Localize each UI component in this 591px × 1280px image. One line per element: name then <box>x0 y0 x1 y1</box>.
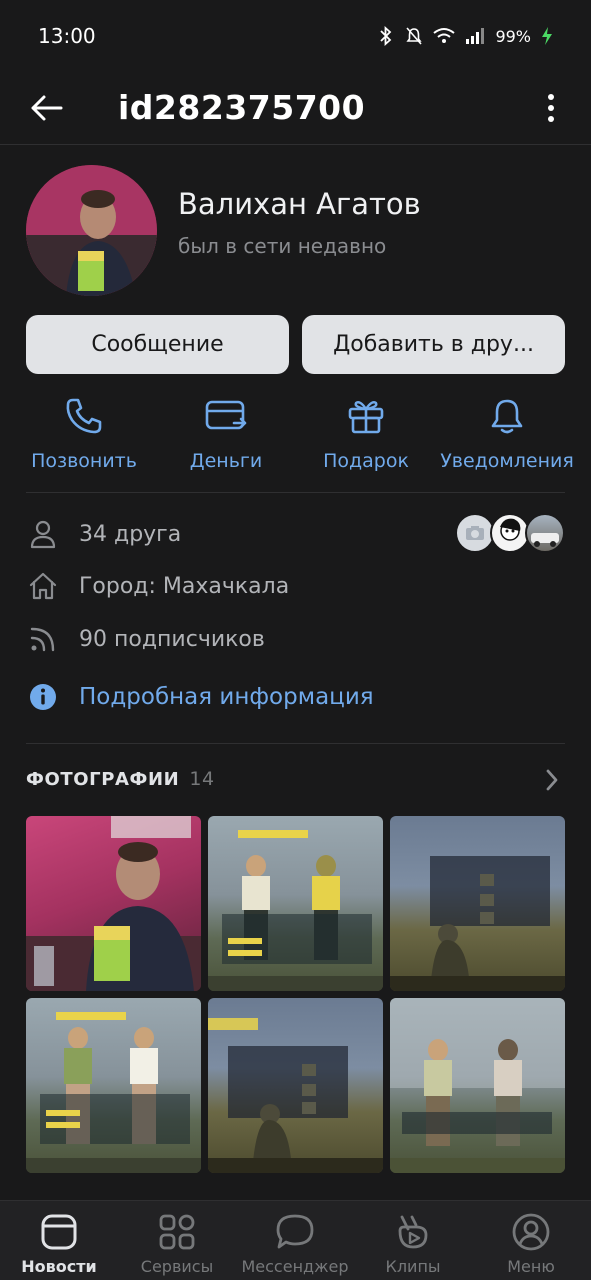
notifications-action[interactable]: Уведомления <box>438 394 576 480</box>
clips-icon <box>398 1215 428 1249</box>
photo-thumbnail[interactable] <box>390 816 565 991</box>
tab-services[interactable]: Сервисы <box>118 1201 236 1280</box>
city-row: Город: Махачкала <box>26 566 289 606</box>
services-icon <box>159 1214 195 1250</box>
profile-avatar[interactable] <box>26 165 157 296</box>
photo-image <box>390 856 565 991</box>
bell-icon <box>491 399 523 434</box>
signal-icon <box>466 28 485 44</box>
messenger-icon <box>276 1214 314 1249</box>
avatar-photo <box>26 165 157 296</box>
gift-action[interactable]: Подарок <box>310 394 422 480</box>
home-icon <box>29 572 57 600</box>
tab-messenger-label: Мессенджер <box>241 1257 349 1276</box>
city-text: Город: Махачкала <box>79 573 290 599</box>
notifications-label: Уведомления <box>440 450 574 472</box>
tab-clips[interactable]: Клипы <box>354 1201 472 1280</box>
arrow-left-icon <box>31 95 63 121</box>
more-vertical-icon <box>548 94 554 122</box>
followers-row[interactable]: 90 подписчиков <box>26 619 265 659</box>
money-label: Деньги <box>189 450 263 472</box>
back-button[interactable] <box>26 84 66 132</box>
news-icon <box>41 1214 77 1250</box>
friend-avatars[interactable] <box>455 513 565 553</box>
top-header: id282375700 <box>0 72 591 144</box>
avatar-photo <box>531 533 559 547</box>
tab-news-label: Новости <box>21 1257 97 1276</box>
photos-count: 14 <box>189 768 215 790</box>
actions-divider <box>26 492 565 493</box>
friends-row[interactable]: 34 друга <box>26 514 181 554</box>
detailed-info-row[interactable]: Подробная информация <box>26 677 374 717</box>
photo-image <box>26 1012 201 1173</box>
add-friend-button[interactable]: Добавить в дру... <box>302 315 565 374</box>
tab-menu[interactable]: Меню <box>472 1201 590 1280</box>
profile-menu-icon <box>512 1213 550 1251</box>
friends-count: 34 друга <box>79 521 182 547</box>
photo-thumbnail[interactable] <box>390 998 565 1173</box>
phone-icon <box>66 398 102 434</box>
photo-thumbnail[interactable] <box>208 816 383 991</box>
friend-avatar <box>525 513 565 553</box>
photo-thumbnail[interactable] <box>26 998 201 1173</box>
more-options-button[interactable] <box>539 84 563 132</box>
photo-image <box>208 830 383 991</box>
photo-image <box>390 998 565 1173</box>
user-icon <box>30 520 56 549</box>
bluetooth-icon <box>380 26 392 46</box>
message-button[interactable]: Сообщение <box>26 315 289 374</box>
status-bar: 13:00 99% <box>0 0 591 72</box>
friend-avatar <box>455 513 495 553</box>
profile-name: Валихан Агатов <box>178 187 421 221</box>
detailed-info-link: Подробная информация <box>79 684 374 710</box>
gift-label: Подарок <box>323 450 409 472</box>
tab-menu-label: Меню <box>507 1257 555 1276</box>
header-divider <box>0 144 591 145</box>
followers-count: 90 подписчиков <box>79 626 265 652</box>
mute-icon <box>406 27 423 45</box>
status-time: 13:00 <box>38 24 96 48</box>
photo-image <box>26 816 201 991</box>
friend-avatar <box>490 513 530 553</box>
chevron-right-icon[interactable] <box>545 768 559 792</box>
charging-icon <box>542 27 552 45</box>
rss-icon <box>30 627 55 652</box>
battery-percent: 99% <box>495 26 531 46</box>
photo-thumbnail[interactable] <box>208 998 383 1173</box>
info-divider <box>26 743 565 744</box>
page-title: id282375700 <box>118 88 366 127</box>
status-icons: 99% <box>377 26 553 46</box>
photos-section-header[interactable]: ФОТОГРАФИИ 14 <box>26 768 215 790</box>
tab-messenger[interactable]: Мессенджер <box>236 1201 354 1280</box>
info-icon <box>30 684 56 710</box>
bottom-tab-bar: Новости Сервисы Мессенджер Клипы Меню <box>0 1200 591 1280</box>
photo-image <box>208 1018 383 1173</box>
photos-title: ФОТОГРАФИИ <box>26 769 180 790</box>
camera-icon <box>466 526 484 540</box>
photo-thumbnail[interactable] <box>26 816 201 991</box>
avatar-photo <box>500 518 521 541</box>
call-action[interactable]: Позвонить <box>26 394 142 480</box>
money-card-icon <box>205 400 247 430</box>
tab-services-label: Сервисы <box>140 1257 214 1276</box>
online-status: был в сети недавно <box>178 234 387 258</box>
call-label: Позвонить <box>31 450 137 472</box>
tab-news[interactable]: Новости <box>0 1201 118 1280</box>
tab-clips-label: Клипы <box>385 1257 441 1276</box>
gift-icon <box>348 401 384 434</box>
wifi-icon <box>433 28 456 43</box>
money-action[interactable]: Деньги <box>168 394 284 480</box>
